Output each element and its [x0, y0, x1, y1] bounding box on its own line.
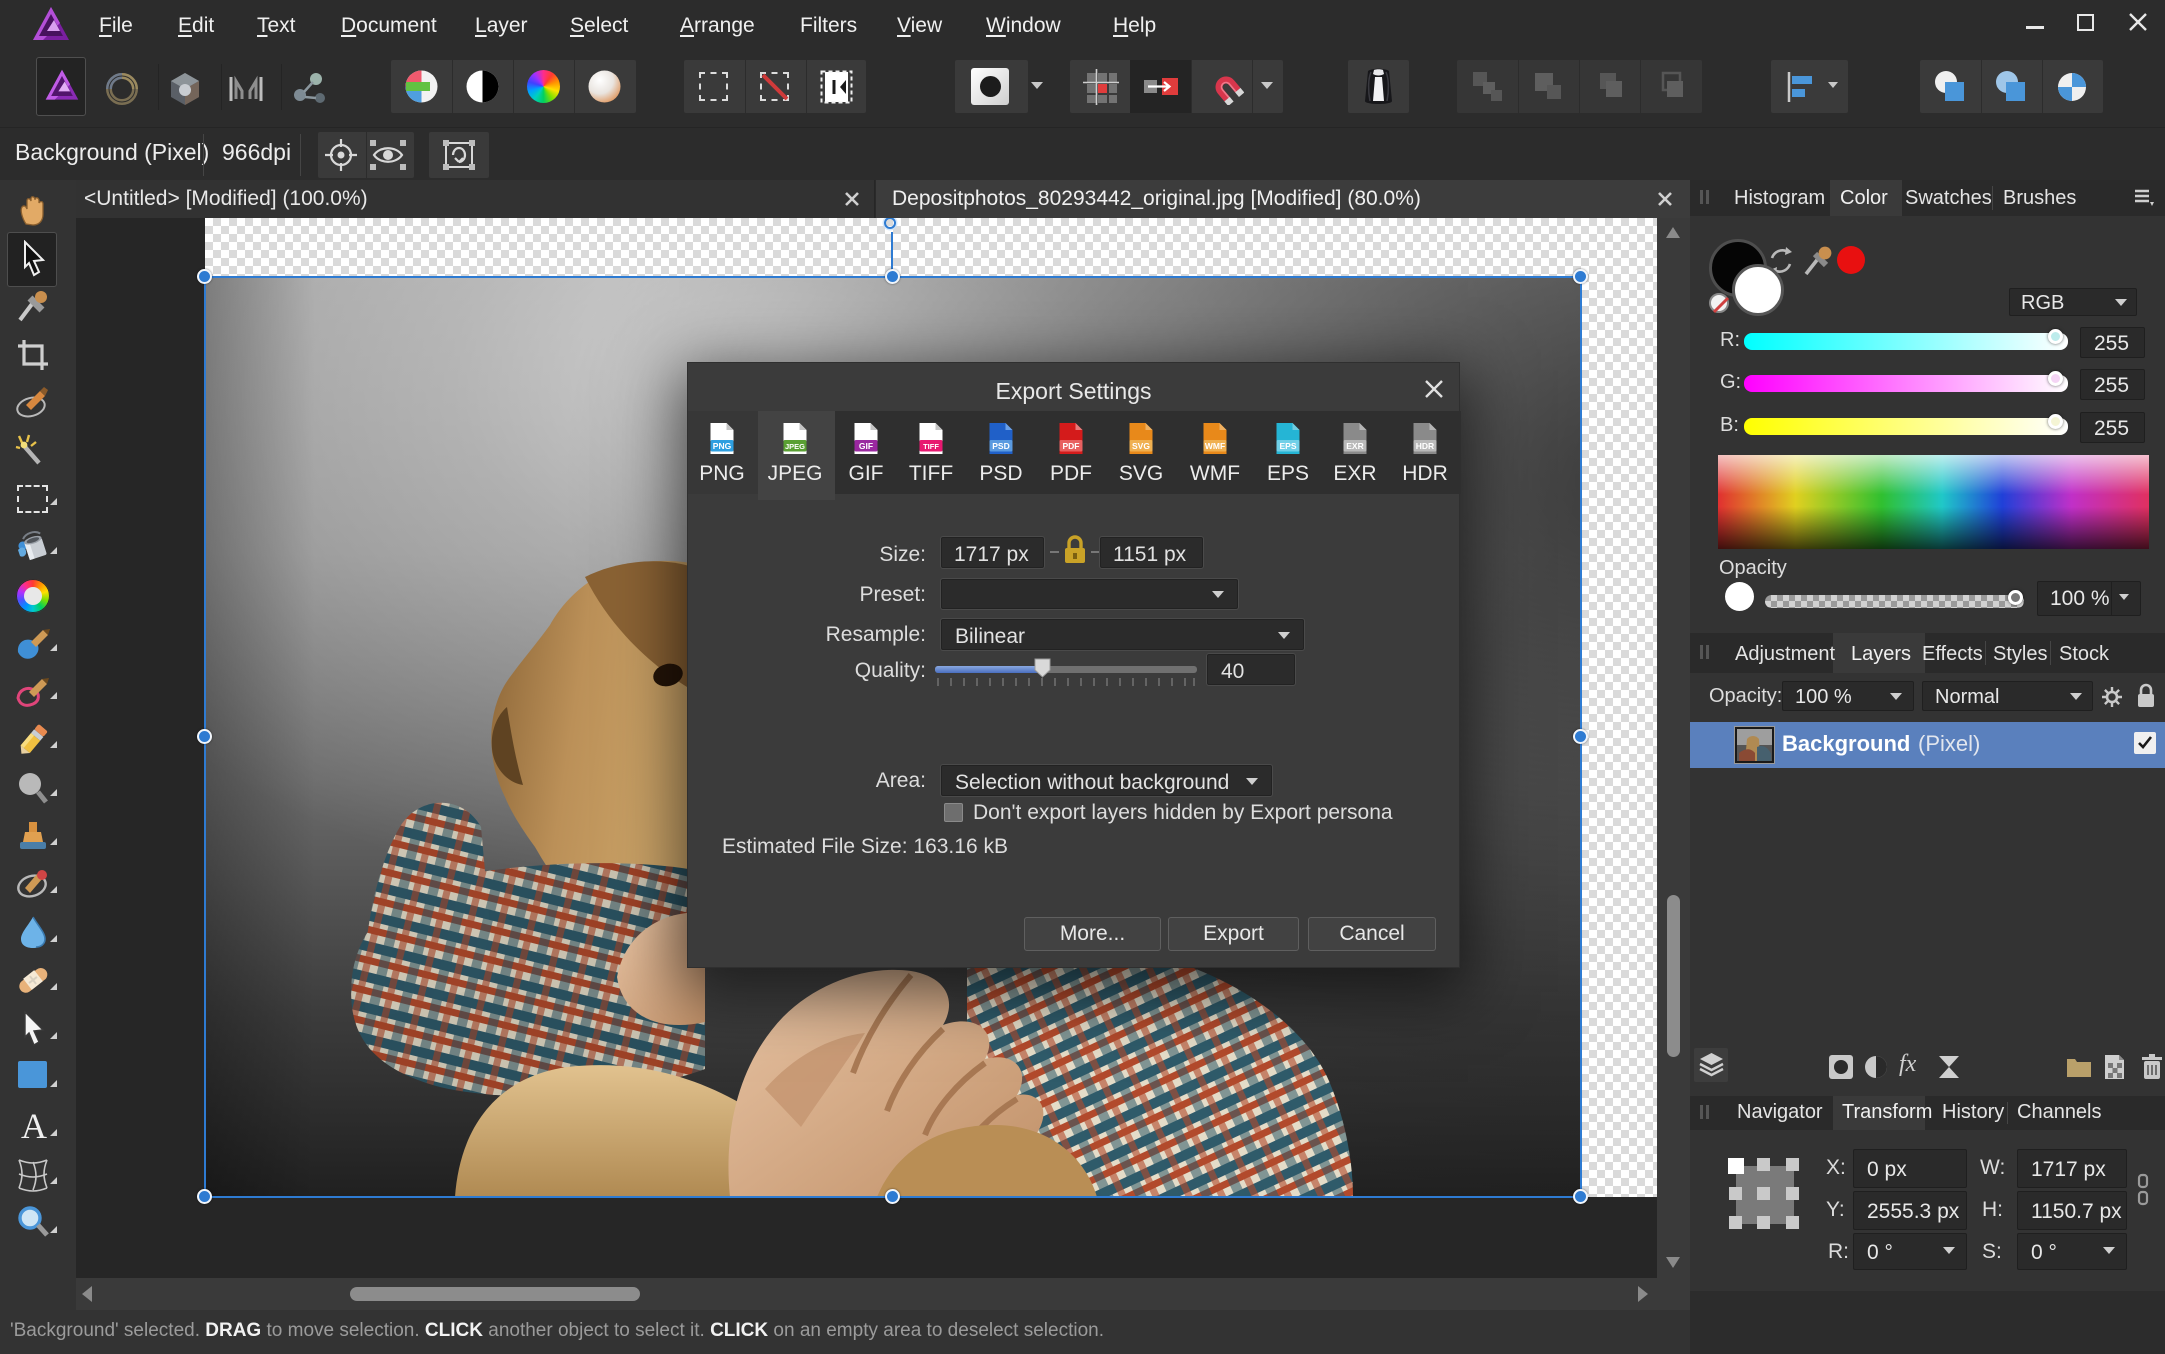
- svg-text:TIFF: TIFF: [923, 442, 939, 451]
- svg-text:EXR: EXR: [1346, 441, 1363, 451]
- svg-text:PSD: PSD: [992, 441, 1009, 451]
- svg-text:EPS: EPS: [1279, 441, 1296, 451]
- svg-text:JPEG: JPEG: [785, 442, 805, 451]
- svg-text:HDR: HDR: [1416, 441, 1434, 451]
- svg-text:WMF: WMF: [1205, 441, 1225, 451]
- svg-text:GIF: GIF: [859, 441, 873, 451]
- svg-text:SVG: SVG: [1132, 441, 1150, 451]
- svg-text:PDF: PDF: [1063, 441, 1080, 451]
- svg-text:PNG: PNG: [713, 441, 732, 451]
